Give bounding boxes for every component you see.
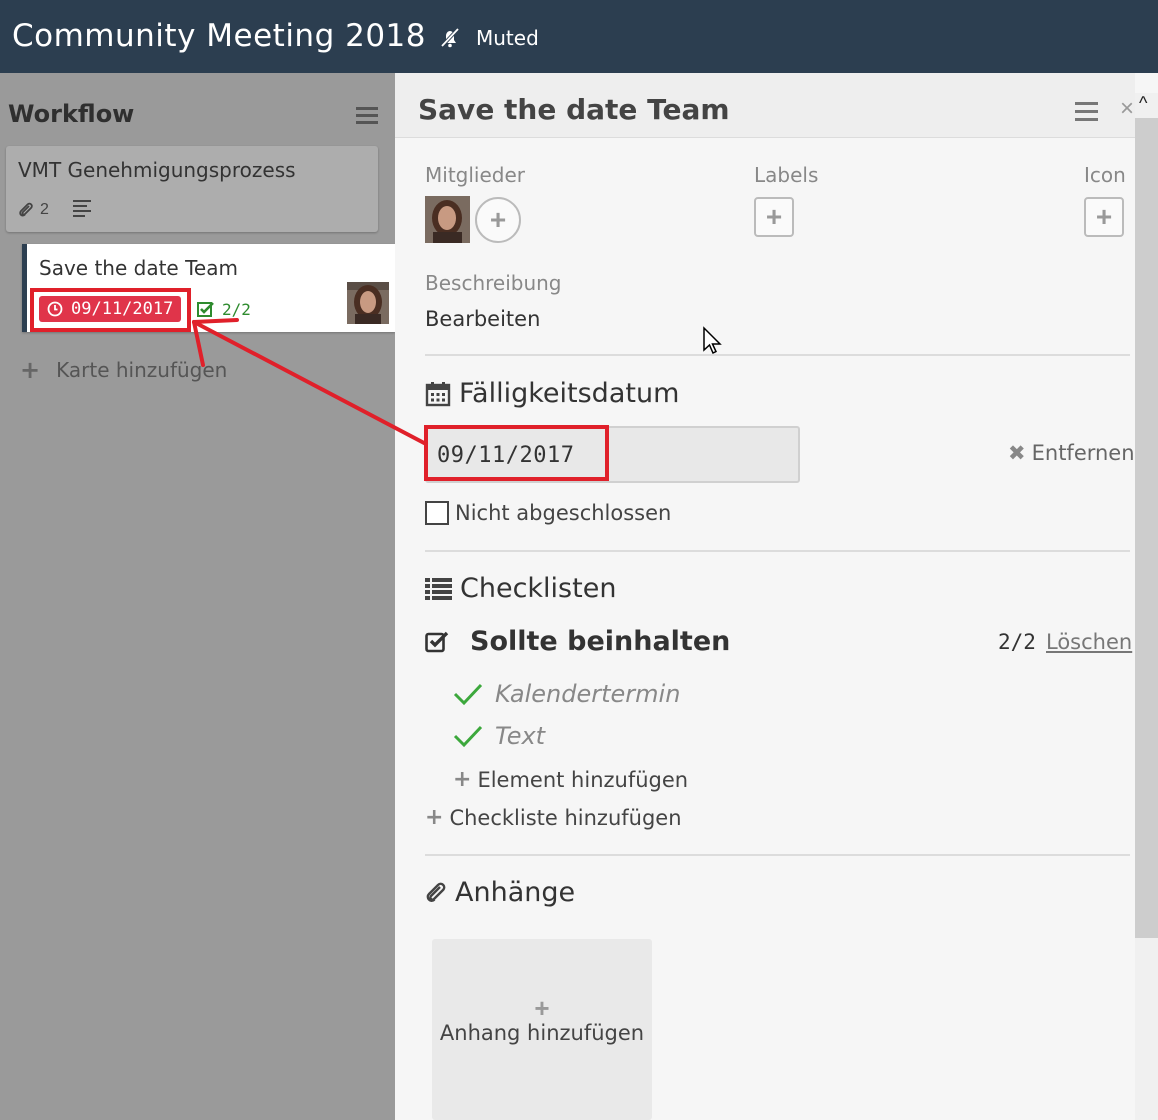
- plus-icon: +: [453, 767, 472, 792]
- calendar-icon: [425, 381, 451, 406]
- checklists-section-title: Checklisten: [425, 573, 616, 604]
- divider: [425, 854, 1130, 856]
- scrollbar-thumb[interactable]: [1135, 118, 1158, 938]
- due-date-input[interactable]: 09/11/2017: [425, 426, 800, 483]
- member-avatar[interactable]: [425, 196, 470, 243]
- muted-toggle[interactable]: Muted: [438, 26, 539, 50]
- card-badges: 2: [18, 200, 91, 220]
- workflow-list: Workflow VMT Genehmigungsprozess 2 Save …: [0, 73, 395, 1120]
- delete-checklist-link[interactable]: Löschen: [1046, 630, 1132, 654]
- bell-slash-icon: [440, 27, 460, 48]
- not-completed-checkbox[interactable]: Nicht abgeschlossen: [425, 501, 671, 525]
- description-edit-link[interactable]: Bearbeiten: [425, 307, 540, 331]
- card-title: Save the date Team: [39, 256, 238, 280]
- add-label-button[interactable]: +: [754, 197, 794, 237]
- add-card-label: Karte hinzufügen: [56, 358, 228, 382]
- checklist-title-text: Sollte beinhalten: [470, 626, 731, 657]
- detail-title[interactable]: Save the date Team: [418, 93, 730, 126]
- divider: [425, 550, 1130, 552]
- add-icon-button[interactable]: +: [1084, 197, 1124, 237]
- add-checklist-label: Checkliste hinzufügen: [449, 805, 682, 830]
- paperclip-icon: [19, 202, 33, 217]
- add-attachment-label: Anhang hinzufügen: [439, 1021, 645, 1045]
- attachments-label: Anhänge: [455, 877, 576, 908]
- checklist-item-text: Kalendertermin: [495, 680, 681, 708]
- attachment-count: 2: [40, 201, 49, 218]
- checklist-item[interactable]: Kalendertermin: [453, 680, 680, 708]
- due-date-value: 09/11/2017: [437, 443, 575, 468]
- add-card-button[interactable]: + Karte hinzufügen: [20, 356, 227, 384]
- list-menu-icon[interactable]: [356, 107, 378, 125]
- scroll-up-icon[interactable]: ^: [1139, 93, 1147, 114]
- checkmark-icon[interactable]: [453, 682, 483, 706]
- checklist-item[interactable]: Text: [453, 722, 545, 750]
- checklist-title[interactable]: Sollte beinhalten: [425, 626, 730, 657]
- description-label: Beschreibung: [425, 271, 562, 295]
- check-square-icon: [197, 302, 214, 317]
- members-label: Mitglieder: [425, 163, 525, 187]
- due-date-section-title: Fälligkeitsdatum: [425, 378, 679, 409]
- detail-header: Save the date Team ×: [395, 73, 1135, 138]
- detail-menu-icon[interactable]: [1075, 102, 1098, 126]
- card-title: VMT Genehmigungsprozess: [18, 158, 296, 182]
- list-icon: [425, 577, 452, 600]
- check-square-icon: [425, 631, 449, 653]
- remove-label: Entfernen: [1031, 441, 1135, 465]
- scrollbar[interactable]: ^: [1135, 93, 1158, 1120]
- attachments-section-title: Anhänge: [425, 877, 575, 908]
- checklists-label: Checklisten: [460, 573, 617, 604]
- checkmark-icon[interactable]: [453, 724, 483, 748]
- checklist-progress: 2/2: [998, 630, 1036, 654]
- due-date-section-label: Fälligkeitsdatum: [459, 378, 680, 409]
- due-date-badge: 09/11/2017: [39, 296, 182, 322]
- checklist-item-text: Text: [495, 722, 546, 750]
- add-item-button[interactable]: + Element hinzufügen: [453, 767, 688, 792]
- description-icon: [72, 200, 91, 220]
- muted-label: Muted: [476, 26, 539, 50]
- x-icon: ✖: [1008, 441, 1026, 465]
- mouse-cursor-icon: [703, 326, 722, 355]
- top-bar: Community Meeting 2018 Muted: [0, 0, 1158, 73]
- add-item-label: Element hinzufügen: [477, 767, 689, 792]
- not-completed-label: Nicht abgeschlossen: [455, 501, 672, 525]
- plus-icon: +: [534, 993, 550, 1023]
- member-avatar[interactable]: [347, 282, 389, 324]
- add-checklist-button[interactable]: + Checkliste hinzufügen: [425, 805, 682, 830]
- due-date-text: 09/11/2017: [71, 299, 174, 319]
- card-save-the-date[interactable]: Save the date Team 09/11/2017 2/2: [22, 244, 395, 332]
- plus-icon: +: [425, 805, 444, 830]
- add-member-button[interactable]: +: [475, 197, 521, 243]
- close-icon[interactable]: ×: [1120, 95, 1134, 123]
- icon-label: Icon: [1084, 163, 1126, 187]
- board-title[interactable]: Community Meeting 2018: [12, 18, 426, 54]
- checklist-badge: 2/2: [197, 300, 251, 319]
- list-title[interactable]: Workflow: [8, 100, 134, 128]
- remove-due-date-button[interactable]: ✖ Entfernen: [1008, 441, 1135, 465]
- paperclip-icon: [426, 882, 446, 902]
- card-detail-panel: Save the date Team × ^ Mitglieder + Labe…: [395, 73, 1158, 1120]
- add-attachment-button[interactable]: + Anhang hinzufügen: [432, 939, 652, 1120]
- labels-label: Labels: [754, 163, 819, 187]
- plus-icon: +: [20, 356, 41, 384]
- checkbox-icon[interactable]: [425, 501, 449, 525]
- card-vmt[interactable]: VMT Genehmigungsprozess 2: [6, 146, 378, 232]
- clock-icon: [47, 301, 63, 317]
- divider: [425, 354, 1130, 356]
- checklist-count: 2/2: [222, 300, 251, 319]
